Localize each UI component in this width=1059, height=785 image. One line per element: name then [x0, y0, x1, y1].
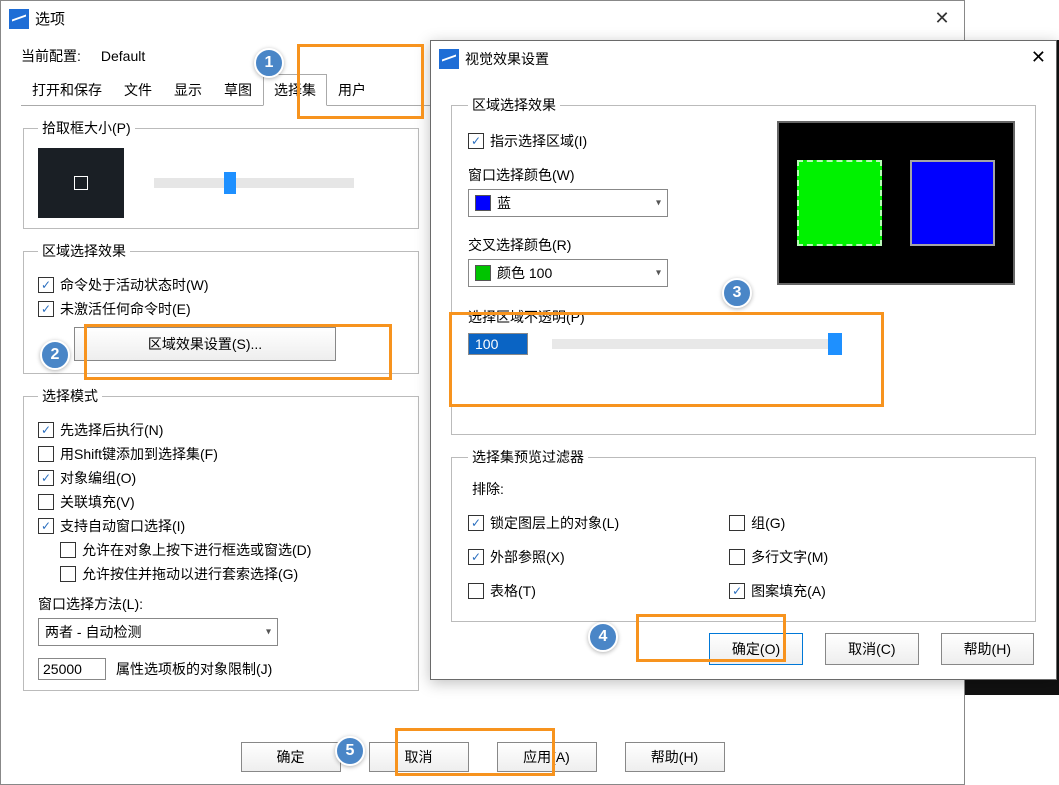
area-effect-group: 区域选择效果 命令处于活动状态时(W) 未激活任何命令时(E) 区域效果设置(S…: [23, 241, 419, 374]
chk-group[interactable]: [729, 515, 745, 531]
chk-shift-add[interactable]: [38, 446, 54, 462]
opacity-label: 选择区域不透明(P): [468, 307, 1019, 327]
filter-group: 选择集预览过滤器 排除: 锁定图层上的对象(L) 外部参照(X) 表格(T) 组…: [451, 447, 1036, 622]
select-mode-legend: 选择模式: [38, 386, 102, 406]
popup-area-effect-legend: 区域选择效果: [468, 95, 560, 115]
opacity-slider[interactable]: [552, 339, 842, 349]
window-color-select[interactable]: 蓝 ▾: [468, 189, 668, 217]
close-icon[interactable]: ✕: [930, 6, 954, 30]
chk-pre-select[interactable]: [38, 422, 54, 438]
tab-user[interactable]: 用户: [327, 74, 377, 105]
area-effect-settings-button[interactable]: 区域效果设置(S)...: [74, 327, 336, 361]
pickbox-legend: 拾取框大小(P): [38, 118, 135, 138]
chk-pre-select-label: 先选择后执行(N): [60, 420, 163, 440]
chk-pattern-fill[interactable]: [729, 583, 745, 599]
color-swatch-blue-icon: [475, 195, 491, 211]
tab-open-save[interactable]: 打开和保存: [21, 74, 113, 105]
chk-indicate-area[interactable]: [468, 133, 484, 149]
chk-locked-layer-label: 锁定图层上的对象(L): [490, 513, 619, 533]
filter-exclude-label: 排除:: [472, 479, 1019, 499]
chk-lasso-label: 允许按住并拖动以进行套索选择(G): [82, 564, 298, 584]
chk-lasso[interactable]: [60, 566, 76, 582]
color-swatch-green-icon: [475, 265, 491, 281]
area-effect-legend: 区域选择效果: [38, 241, 130, 261]
preview-green-square-icon: [797, 160, 882, 246]
config-value: Default: [101, 48, 145, 64]
preview-blue-square-icon: [910, 160, 995, 246]
callout-5: 5: [335, 736, 365, 766]
help-button[interactable]: 帮助(H): [625, 742, 725, 772]
chk-press-drag-label: 允许在对象上按下进行框选或窗选(D): [82, 540, 311, 560]
chk-object-group-label: 对象编组(O): [60, 468, 136, 488]
tab-sketch[interactable]: 草图: [213, 74, 263, 105]
titlebar: 选项 ✕: [1, 1, 964, 36]
chk-object-group[interactable]: [38, 470, 54, 486]
chk-group-label: 组(G): [751, 513, 785, 533]
chk-table[interactable]: [468, 583, 484, 599]
pickbox-slider[interactable]: [154, 178, 354, 188]
object-limit-input[interactable]: 25000: [38, 658, 106, 680]
visual-effects-dialog: 视觉效果设置 ✕ 区域选择效果 指示选择区域(I) 窗口选择颜色(W) 蓝 ▾ …: [430, 40, 1057, 680]
callout-3: 3: [722, 278, 752, 308]
chk-locked-layer[interactable]: [468, 515, 484, 531]
callout-4: 4: [588, 622, 618, 652]
window-title: 选项: [35, 8, 65, 29]
chk-pattern-fill-label: 图案填充(A): [751, 581, 826, 601]
cross-color-select[interactable]: 颜色 100 ▾: [468, 259, 668, 287]
color-preview: [777, 121, 1015, 285]
tab-selection[interactable]: 选择集: [263, 74, 327, 106]
window-method-label: 窗口选择方法(L):: [38, 594, 404, 614]
filter-legend: 选择集预览过滤器: [468, 447, 588, 467]
ok-button[interactable]: 确定: [241, 742, 341, 772]
chk-press-drag[interactable]: [60, 542, 76, 558]
chk-cmd-active[interactable]: [38, 277, 54, 293]
chk-table-label: 表格(T): [490, 581, 536, 601]
object-limit-label: 属性选项板的对象限制(J): [116, 659, 272, 679]
chk-mtext-label: 多行文字(M): [751, 547, 828, 567]
window-color-value: 蓝: [497, 193, 511, 213]
chevron-down-icon: ▾: [266, 627, 271, 638]
pickbox-group: 拾取框大小(P): [23, 118, 419, 229]
callout-1: 1: [254, 48, 284, 78]
chk-assoc-hatch-label: 关联填充(V): [60, 492, 135, 512]
pickbox-preview: [38, 148, 124, 218]
chk-xref[interactable]: [468, 549, 484, 565]
popup-area-effect-group: 区域选择效果 指示选择区域(I) 窗口选择颜色(W) 蓝 ▾ 交叉选择颜色(R)…: [451, 95, 1036, 435]
chk-mtext[interactable]: [729, 549, 745, 565]
window-method-select[interactable]: 两者 - 自动检测 ▾: [38, 618, 278, 646]
close-icon[interactable]: ✕: [1031, 47, 1046, 68]
popup-title: 视觉效果设置: [465, 49, 549, 69]
apply-button[interactable]: 应用(A): [497, 742, 597, 772]
chk-cmd-inactive-label: 未激活任何命令时(E): [60, 299, 191, 319]
chk-assoc-hatch[interactable]: [38, 494, 54, 510]
chk-xref-label: 外部参照(X): [490, 547, 565, 567]
chk-cmd-active-label: 命令处于活动状态时(W): [60, 275, 209, 295]
chk-indicate-area-label: 指示选择区域(I): [490, 131, 587, 151]
tab-file[interactable]: 文件: [113, 74, 163, 105]
app-logo-icon: [439, 49, 459, 69]
select-mode-group: 选择模式 先选择后执行(N) 用Shift键添加到选择集(F) 对象编组(O) …: [23, 386, 419, 691]
config-label: 当前配置:: [21, 46, 81, 66]
callout-2: 2: [40, 340, 70, 370]
pickbox-square-icon: [74, 176, 88, 190]
chk-auto-window[interactable]: [38, 518, 54, 534]
window-method-value: 两者 - 自动检测: [45, 622, 141, 642]
opacity-input[interactable]: 100: [468, 333, 528, 355]
tab-display[interactable]: 显示: [163, 74, 213, 105]
chevron-down-icon: ▾: [656, 198, 661, 209]
chevron-down-icon: ▾: [656, 268, 661, 279]
cross-color-value: 颜色 100: [497, 263, 552, 283]
cancel-button[interactable]: 取消: [369, 742, 469, 772]
popup-ok-button[interactable]: 确定(O): [709, 633, 803, 665]
chk-shift-add-label: 用Shift键添加到选择集(F): [60, 444, 218, 464]
chk-auto-window-label: 支持自动窗口选择(I): [60, 516, 185, 536]
chk-cmd-inactive[interactable]: [38, 301, 54, 317]
app-logo-icon: [9, 9, 29, 29]
popup-cancel-button[interactable]: 取消(C): [825, 633, 918, 665]
popup-help-button[interactable]: 帮助(H): [941, 633, 1034, 665]
